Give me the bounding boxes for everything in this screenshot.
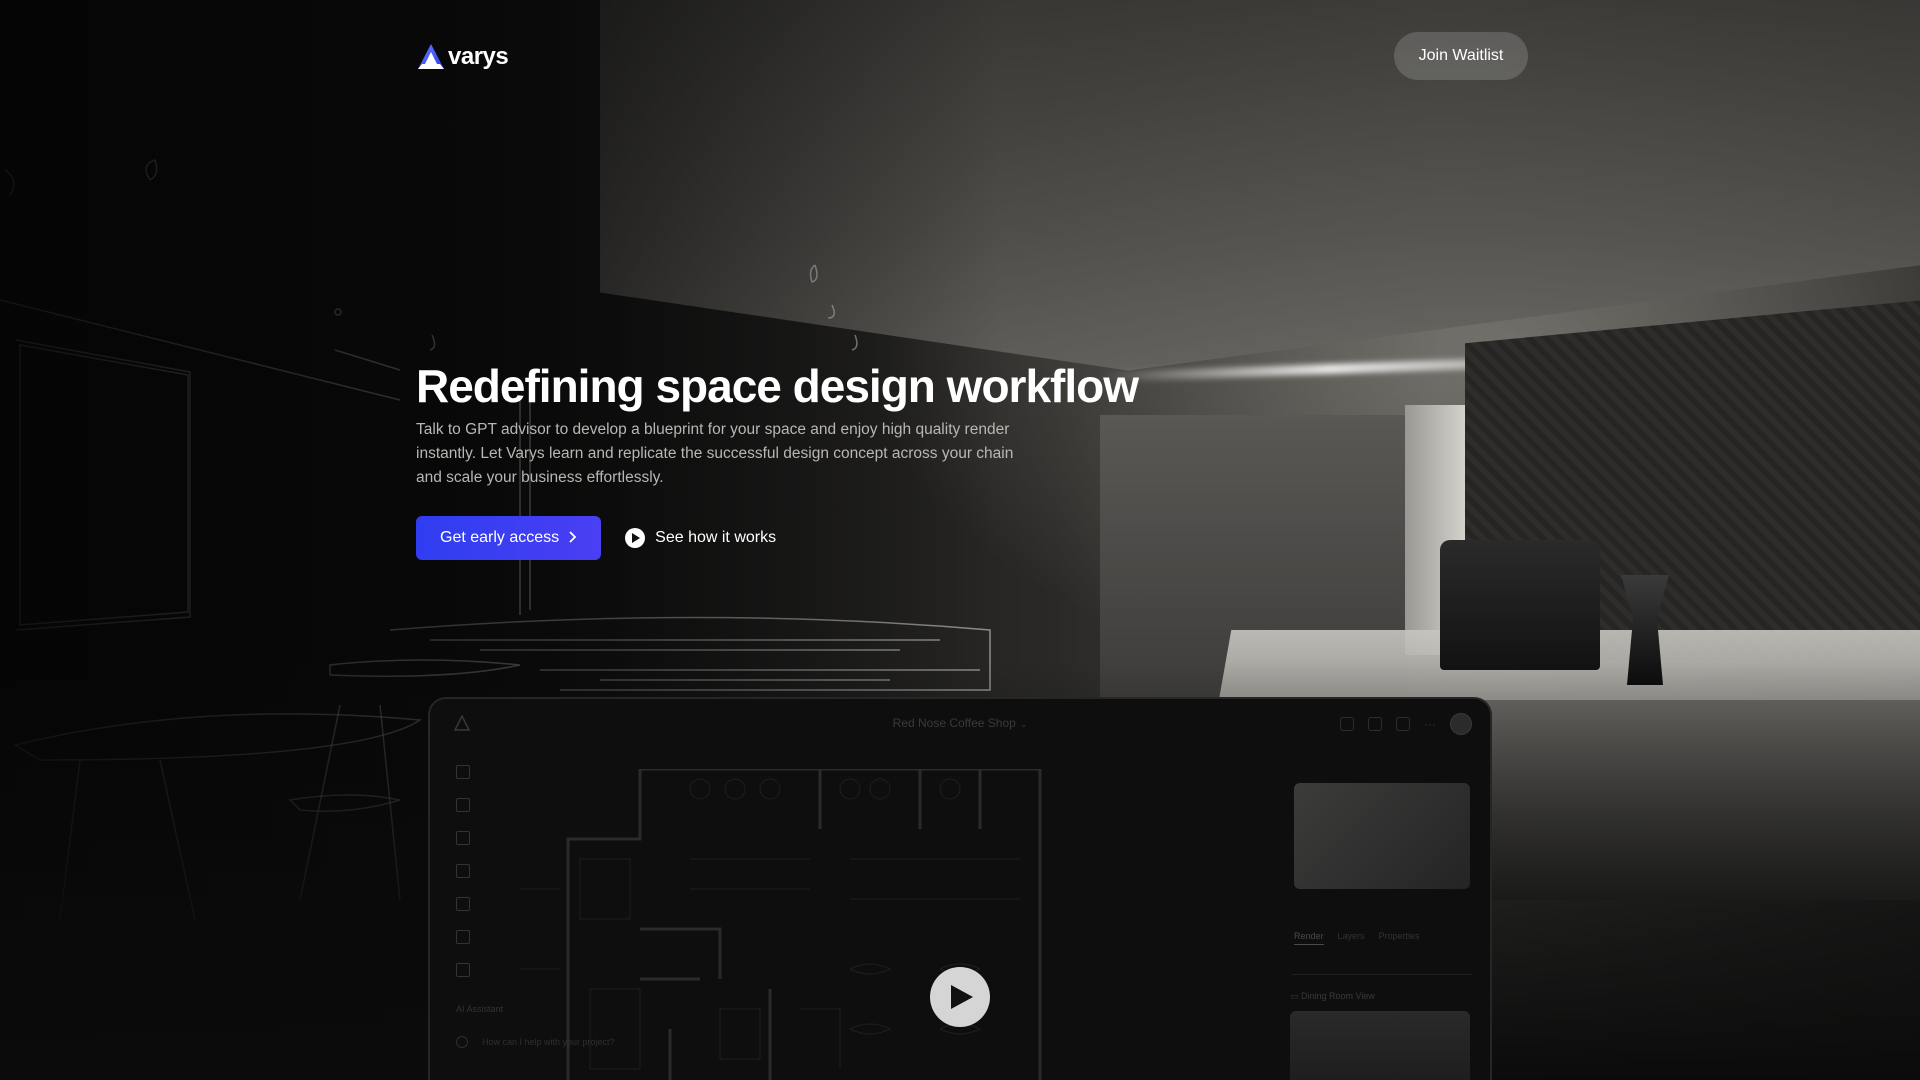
ai-assistant-input: How can I help with your project?	[456, 1036, 654, 1048]
layout-icon	[456, 765, 470, 779]
ai-assistant-box: AI Assistant How can I help with your pr…	[444, 1004, 654, 1080]
tab-properties: Properties	[1378, 931, 1420, 941]
hero-section: Redefining space design workflow Talk to…	[416, 358, 1216, 490]
join-waitlist-button[interactable]: Join Waitlist	[1394, 32, 1528, 80]
more-icon: ···	[1424, 717, 1436, 731]
chevron-down-icon: ⌄	[1019, 719, 1028, 729]
comment-icon	[1396, 717, 1410, 731]
cursor-icon	[456, 798, 470, 812]
panel-tabs: Render Layers Properties	[1294, 931, 1420, 945]
preview-actions: ···	[1340, 713, 1472, 735]
ai-assistant-title: AI Assistant	[456, 1004, 504, 1014]
play-icon	[951, 985, 973, 1009]
tab-render: Render	[1294, 931, 1324, 945]
play-circle-icon	[625, 528, 646, 548]
project-title-label: Red Nose Coffee Shop	[892, 716, 1016, 730]
cube-icon	[456, 897, 470, 911]
preview-right-panel: Render Layers Properties ▭ Dining Room V…	[1288, 759, 1476, 1080]
assistant-icon	[456, 1036, 468, 1048]
tab-layers: Layers	[1337, 931, 1365, 941]
camera-icon	[456, 963, 470, 977]
see-how-it-works-label: See how it works	[655, 529, 777, 546]
frame-icon	[456, 930, 470, 944]
chevron-right-icon	[567, 530, 577, 546]
view-thumbnail	[1290, 1011, 1470, 1080]
avatar	[1450, 713, 1472, 735]
get-early-access-label: Get early access	[440, 529, 560, 546]
preview-toolbar: Red Nose Coffee Shop ⌄ ···	[430, 699, 1490, 743]
grid-icon	[456, 831, 470, 845]
view-label: ▭ Dining Room View	[1290, 991, 1375, 1002]
view-label-text: Dining Room View	[1301, 991, 1375, 1001]
view-icon: ▭	[1290, 991, 1302, 1001]
brand-name: varys	[448, 43, 509, 70]
hero-cta-row: Get early access See how it works	[416, 516, 776, 560]
share-icon	[1340, 717, 1354, 731]
export-icon	[1368, 717, 1382, 731]
project-title: Red Nose Coffee Shop ⌄	[430, 716, 1490, 730]
see-how-it-works-link[interactable]: See how it works	[625, 528, 776, 548]
preview-tool-sidebar	[456, 765, 470, 977]
ai-assistant-placeholder: How can I help with your project?	[482, 1037, 615, 1047]
bed-icon	[456, 864, 470, 878]
get-early-access-button[interactable]: Get early access	[416, 516, 602, 560]
app-preview-window: Red Nose Coffee Shop ⌄ ··· Render Layers…	[428, 697, 1492, 1080]
panel-search	[1292, 955, 1472, 975]
varys-triangle-logo-icon	[418, 44, 444, 69]
hero-subtitle: Talk to GPT advisor to develop a bluepri…	[416, 421, 1014, 486]
render-thumbnail	[1294, 783, 1470, 889]
hero-title: Redefining space design workflow	[416, 360, 1139, 412]
video-play-button[interactable]	[930, 967, 990, 1027]
brand-logo[interactable]: varys	[416, 42, 509, 72]
